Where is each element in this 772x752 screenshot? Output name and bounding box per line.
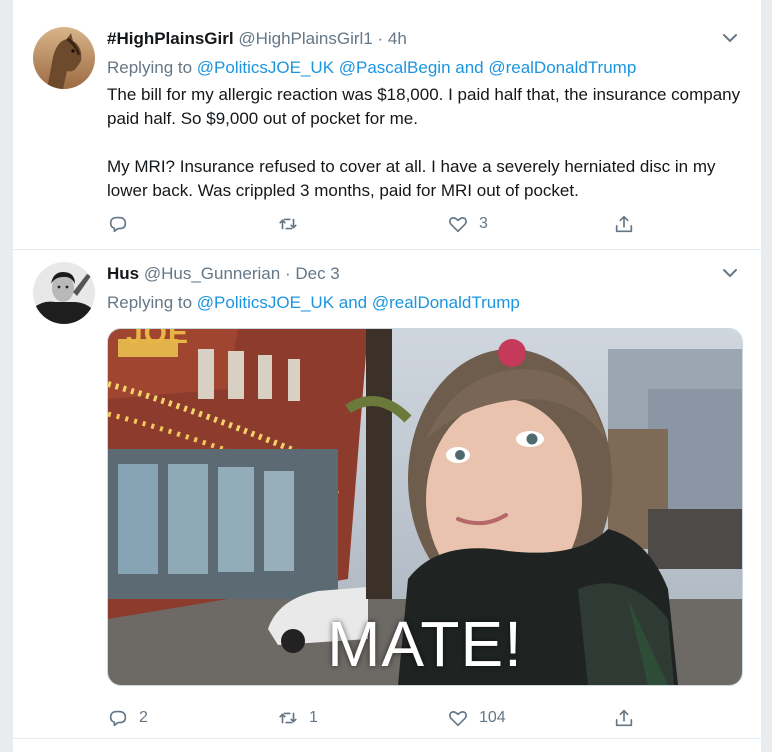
- share-button[interactable]: [613, 210, 635, 238]
- share-icon: [615, 215, 633, 233]
- retweet-button[interactable]: 1: [277, 704, 318, 732]
- like-count: 104: [479, 709, 506, 726]
- retweet-icon: [279, 712, 297, 724]
- media-caption: MATE!: [327, 608, 523, 680]
- username[interactable]: @Hus_Gunnerian: [144, 264, 280, 283]
- chevron-down-icon[interactable]: [719, 27, 741, 49]
- tweet-media-gif[interactable]: JOE MATE!: [107, 328, 743, 686]
- replying-to: Replying to @PoliticsJOE_UK @PascalBegin…: [107, 57, 747, 79]
- replying-to-prefix: Replying to: [107, 293, 193, 312]
- chevron-down-icon[interactable]: [719, 262, 741, 284]
- retweet-icon: [277, 218, 297, 230]
- reply-count: 2: [139, 709, 148, 726]
- tweet-paragraph: The bill for my allergic reaction was $1…: [107, 85, 741, 128]
- like-button[interactable]: 3: [447, 210, 488, 238]
- share-icon: [615, 709, 633, 727]
- like-count: 3: [479, 215, 488, 232]
- tweet-header: #HighPlainsGirl @HighPlainsGirl1 · 4h: [107, 27, 747, 51]
- tweet[interactable]: Hus @Hus_Gunnerian · Dec 3 Replying to @…: [13, 250, 761, 739]
- retweet-button[interactable]: [277, 210, 309, 238]
- media-sign-text: JOE: [126, 328, 190, 350]
- replying-to: Replying to @PoliticsJOE_UK and @realDon…: [107, 292, 747, 314]
- timeline: #HighPlainsGirl @HighPlainsGirl1 · 4h Re…: [12, 0, 762, 752]
- tweet-actions: 3: [107, 210, 667, 238]
- replying-to-users[interactable]: @PoliticsJOE_UK and @realDonaldTrump: [197, 293, 520, 312]
- timestamp[interactable]: Dec 3: [295, 264, 339, 283]
- tweet[interactable]: #HighPlainsGirl @HighPlainsGirl1 · 4h Re…: [13, 13, 761, 250]
- share-button[interactable]: [613, 704, 635, 732]
- avatar[interactable]: [33, 262, 95, 324]
- display-name[interactable]: #HighPlainsGirl: [107, 29, 234, 48]
- like-icon: [449, 217, 467, 233]
- avatar[interactable]: [33, 27, 95, 89]
- replying-to-users[interactable]: @PoliticsJOE_UK @PascalBegin and @realDo…: [197, 58, 637, 77]
- tweet-actions: 2 1 104: [107, 704, 667, 732]
- retweet-count: 1: [309, 709, 318, 726]
- replying-to-prefix: Replying to: [107, 58, 193, 77]
- reply-icon: [109, 216, 127, 233]
- tweet-text: The bill for my allergic reaction was $1…: [107, 83, 747, 203]
- separator-dot: ·: [377, 29, 384, 48]
- separator-dot: ·: [284, 264, 291, 283]
- reply-icon: [109, 710, 127, 727]
- username[interactable]: @HighPlainsGirl1: [238, 29, 372, 48]
- tweet-header: Hus @Hus_Gunnerian · Dec 3: [107, 262, 747, 286]
- tweet-paragraph: My MRI? Insurance refused to cover at al…: [107, 157, 716, 200]
- display-name[interactable]: Hus: [107, 264, 139, 283]
- timestamp[interactable]: 4h: [388, 29, 407, 48]
- like-button[interactable]: 104: [447, 704, 506, 732]
- reply-button[interactable]: [107, 210, 139, 238]
- like-icon: [449, 711, 467, 727]
- reply-button[interactable]: 2: [107, 704, 148, 732]
